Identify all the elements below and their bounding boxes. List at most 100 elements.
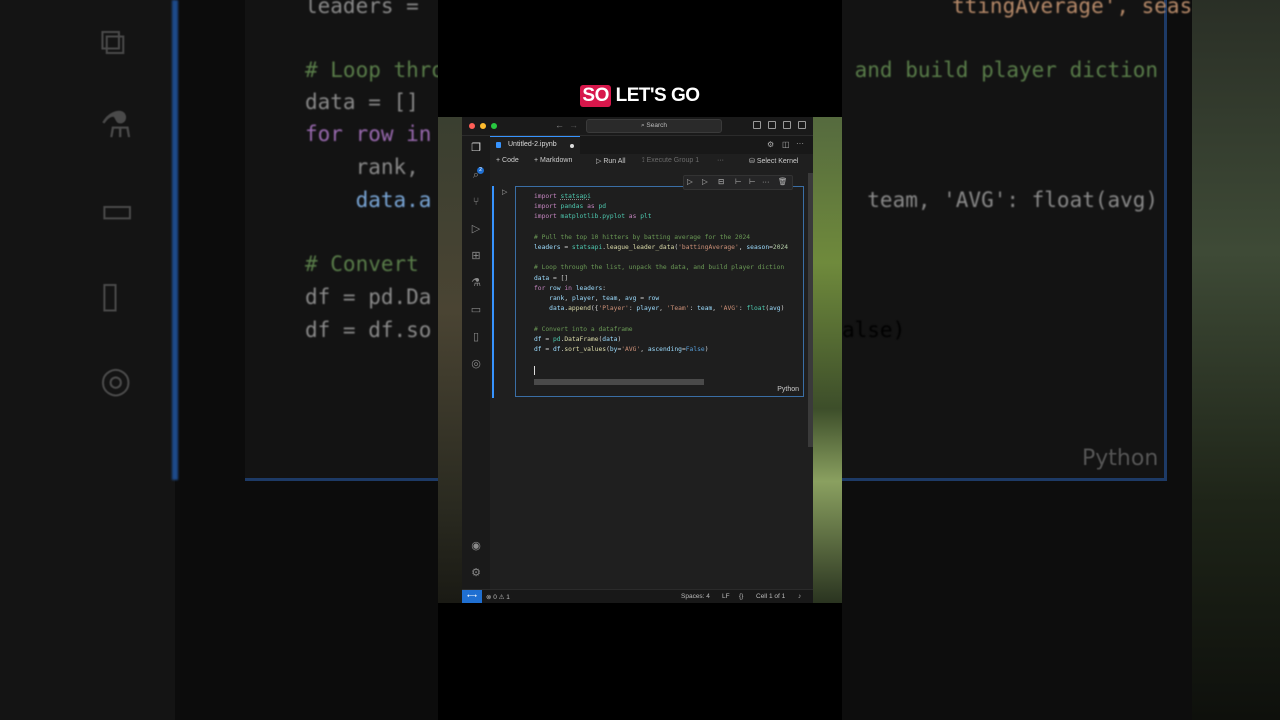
bg-forest (1192, 0, 1280, 720)
notebook-icon[interactable]: ▯ (470, 331, 482, 343)
eol-indicator[interactable]: LF (722, 593, 730, 600)
close-window-button[interactable] (469, 123, 475, 129)
command-center-search[interactable]: ⌕ Search (586, 119, 722, 133)
bg-sidebar (0, 0, 175, 720)
bg-line: data.a (305, 188, 432, 212)
toggle-secondary-sidebar-icon[interactable] (798, 121, 806, 129)
bg-language-label: Python (1082, 446, 1159, 471)
extensions-icon[interactable]: ⊞ (470, 250, 482, 262)
bg-editor-left: leaders = # Loop thro data = [] for row … (245, 0, 438, 481)
execute-above-icon[interactable]: ▷ (687, 177, 693, 186)
code-line: # Pull the top 10 hitters by batting ave… (534, 233, 751, 241)
unsaved-dot-icon[interactable] (570, 144, 574, 148)
cell-more-icon[interactable]: ··· (762, 177, 770, 186)
insert-below-icon[interactable]: ⊢ (749, 177, 756, 186)
bg-extensions-icon: ⧉ (100, 22, 126, 63)
bg-flask-icon: ⚗ (100, 105, 133, 146)
cell-language-button[interactable]: Python (777, 386, 799, 393)
code-line: data = [] (534, 274, 569, 282)
tab-label: Untitled-2.ipynb (508, 141, 557, 148)
gear-icon[interactable]: ⚙ (767, 140, 774, 149)
code-line: # Loop through the list, unpack the data… (534, 264, 785, 272)
video-caption: SO LET'S GO (0, 85, 1280, 107)
run-cell-button[interactable]: ▷ (502, 188, 507, 196)
run-all-button[interactable]: ▷ Run All (596, 157, 626, 165)
execute-below-icon[interactable]: ▷ (702, 177, 708, 186)
notebook-file-icon (496, 142, 501, 148)
cell-position-indicator[interactable]: Cell 1 of 1 (756, 593, 785, 600)
vertical-scrollbar[interactable] (808, 173, 813, 447)
cell-focus-indicator (492, 186, 494, 398)
source-control-icon[interactable]: ⑂ (470, 196, 482, 208)
bg-line: alse) (842, 318, 906, 342)
toggle-panel-icon[interactable] (783, 121, 791, 129)
code-line: import pandas as pd (534, 203, 607, 211)
tab-untitled-2[interactable]: Untitled-2.ipynb (490, 136, 580, 154)
code-line: df = df.sort_values(by='AVG', ascending=… (534, 346, 709, 354)
toggle-primary-sidebar-icon[interactable] (768, 121, 776, 129)
add-code-cell-button[interactable]: + Code (496, 157, 519, 164)
wallpaper-left (438, 117, 462, 603)
background-left: ⧉ ⚗ ▭ ▯ ◎ leaders = # Loop thro data = [… (0, 0, 438, 720)
testing-flask-icon[interactable]: ⚗ (470, 277, 482, 289)
folder-icon[interactable]: ▭ (470, 304, 482, 316)
account-icon[interactable]: ◉ (470, 540, 482, 552)
indentation-indicator[interactable]: Spaces: 4 (681, 593, 710, 600)
bg-editor-right: ttingAverage', season=202 and build play… (842, 0, 1268, 481)
language-braces-indicator[interactable]: {} (739, 593, 743, 600)
code-line: leaders = statsapi.league_leader_data('b… (534, 244, 789, 252)
bg-folder-icon: ▭ (100, 190, 135, 231)
settings-gear-icon[interactable]: ⚙ (470, 567, 482, 579)
horizontal-scrollbar[interactable] (534, 379, 704, 385)
code-line: # Convert into a dataframe (534, 325, 633, 333)
code-line: import matplotlib.pyplot as plt (534, 213, 652, 221)
cell-source[interactable]: import statsapi import pandas as pd import… (534, 192, 788, 355)
tab-bar: Untitled-2.ipynb ⚙ ◫ ··· (490, 136, 813, 154)
split-editor-icon[interactable]: ◫ (782, 140, 790, 149)
bg-line: df = df.so (305, 318, 432, 342)
forward-arrow-icon[interactable]: → (569, 120, 578, 130)
run-all-label: Run All (603, 158, 626, 165)
background-right: ttingAverage', season=202 and build play… (842, 0, 1280, 720)
bg-line: team, 'AVG': float(avg) (842, 188, 1159, 212)
title-bar: ← → ⌕ Search (462, 117, 813, 136)
explorer-icon[interactable]: ❐ (470, 142, 482, 154)
code-line: for row in leaders: (534, 284, 607, 292)
bg-accent-bar (172, 0, 178, 480)
bg-line: # Convert (305, 252, 419, 276)
minimize-window-button[interactable] (480, 123, 486, 129)
cell-toolbar: ▷ ▷ ⊟ ⊢ ⊢ ··· 🗑 (683, 175, 793, 190)
more-actions-icon[interactable]: ··· (796, 139, 804, 148)
execute-group-button[interactable]: ⟟ Execute Group 1 (642, 157, 699, 165)
add-markdown-cell-button[interactable]: + Markdown (534, 157, 572, 164)
code-cell[interactable]: import statsapi import pandas as pd import… (515, 186, 804, 397)
bg-notebook-icon: ▯ (100, 275, 120, 316)
remote-explorer-icon[interactable]: ◎ (470, 358, 482, 370)
status-bar: ⟷ ⊗ 0 ⚠ 1 Spaces: 4 LF {} Cell 1 of 1 ♪ (462, 589, 813, 603)
remote-indicator-icon[interactable]: ⟷ (462, 590, 482, 603)
split-cell-icon[interactable]: ⊟ (718, 177, 724, 186)
delete-cell-icon[interactable]: 🗑 (778, 177, 788, 186)
run-debug-icon[interactable]: ▷ (470, 223, 482, 235)
select-kernel-button[interactable]: ⛁ Select Kernel (749, 157, 798, 165)
toolbar-more-button[interactable]: ··· (717, 157, 724, 164)
problems-indicator[interactable]: ⊗ 0 ⚠ 1 (486, 593, 510, 601)
bg-line: rank, (305, 155, 419, 179)
bg-remote-icon: ◎ (100, 360, 132, 401)
bg-line: leaders = (305, 0, 432, 18)
bg-line: # Loop thro (305, 58, 438, 82)
back-arrow-icon[interactable]: ← (555, 120, 564, 130)
search-icon[interactable]: ⌕ (470, 169, 482, 181)
kernel-icon: ⛁ (749, 158, 757, 165)
maximize-window-button[interactable] (491, 123, 497, 129)
customize-layout-icon[interactable] (753, 121, 761, 129)
code-line: data.append({'Player': player, 'Team': t… (549, 305, 785, 313)
bg-line: and build player diction (842, 58, 1159, 82)
text-cursor (534, 366, 535, 375)
insert-above-icon[interactable]: ⊢ (735, 177, 742, 186)
vscode-window: ← → ⌕ Search ❐ 2 ⌕ ⑂ ▷ ⊞ ⚗ ▭ ▯ ◎ ◉ ⚙ Unt… (462, 117, 813, 603)
execute-group-label: Execute Group 1 (646, 157, 700, 164)
bg-line: for row in (305, 122, 432, 146)
notifications-bell-icon[interactable]: ♪ (798, 593, 801, 600)
